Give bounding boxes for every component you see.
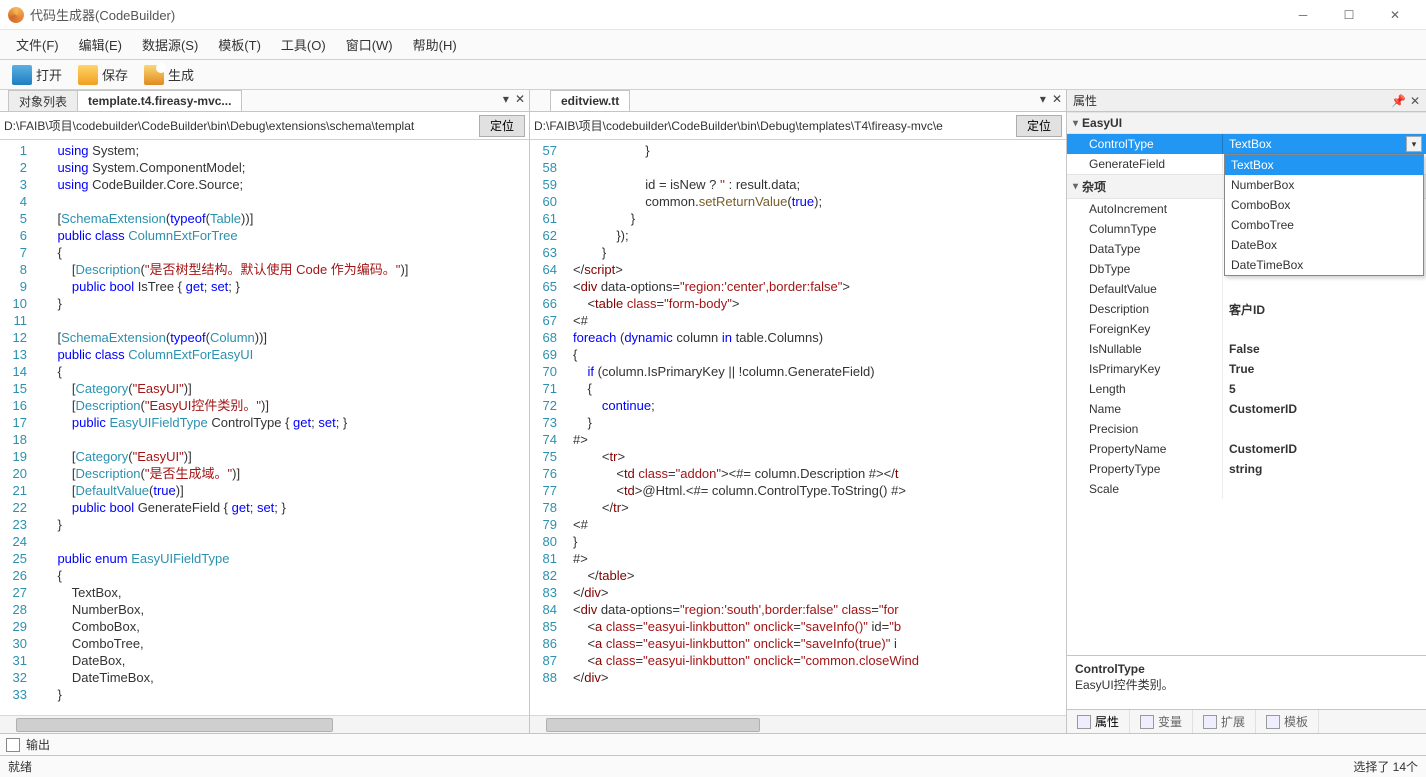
mid-pane: editview.tt ▾ ✕ 定位 5758596061626364656667… (530, 90, 1067, 733)
proptab-properties[interactable]: 属性 (1067, 710, 1130, 733)
prop-defaultvalue[interactable]: DefaultValue (1067, 279, 1426, 299)
prop-description[interactable]: Description客户ID (1067, 299, 1426, 319)
option-numberbox[interactable]: NumberBox (1225, 175, 1423, 195)
property-description: ControlType EasyUI控件类别。 (1067, 655, 1426, 709)
output-bar[interactable]: 输出 (0, 733, 1426, 755)
chevron-down-icon: ▾ (1073, 181, 1078, 192)
save-icon (78, 65, 98, 85)
mid-tabstrip: editview.tt ▾ ✕ (530, 90, 1066, 112)
close-button[interactable]: ✕ (1372, 0, 1418, 30)
generate-icon (144, 65, 164, 85)
menu-tool[interactable]: 工具(O) (271, 31, 336, 58)
app-icon (8, 7, 24, 23)
left-pane: 对象列表 template.t4.fireasy-mvc... ▾ ✕ 定位 12… (0, 90, 530, 733)
properties-close[interactable]: ✕ (1410, 94, 1420, 108)
prop-name[interactable]: NameCustomerID (1067, 399, 1426, 419)
status-ready: 就绪 (8, 758, 32, 775)
template-icon (1266, 715, 1280, 729)
prop-isprimarykey[interactable]: IsPrimaryKeyTrue (1067, 359, 1426, 379)
left-editor[interactable]: 1234567891011121314151617181920212223242… (0, 140, 529, 715)
properties-title: 属性 (1073, 92, 1097, 109)
output-icon (6, 738, 20, 752)
tab-template-t4[interactable]: template.t4.fireasy-mvc... (77, 90, 242, 111)
mid-hscroll[interactable] (530, 715, 1066, 733)
prop-propertyname[interactable]: PropertyNameCustomerID (1067, 439, 1426, 459)
left-path-input[interactable] (4, 115, 475, 137)
option-datetimebox[interactable]: DateTimeBox (1225, 255, 1423, 275)
status-selection: 选择了 14个 (1353, 758, 1418, 775)
category-easyui[interactable]: ▾EasyUI (1067, 112, 1426, 134)
menu-window[interactable]: 窗口(W) (336, 31, 403, 58)
option-textbox[interactable]: TextBox (1225, 155, 1423, 175)
prop-propertytype[interactable]: PropertyTypestring (1067, 459, 1426, 479)
prop-scale[interactable]: Scale (1067, 479, 1426, 499)
menu-edit[interactable]: 编辑(E) (69, 31, 132, 58)
minimize-button[interactable]: ─ (1280, 0, 1326, 30)
mid-tab-close[interactable]: ✕ (1052, 92, 1062, 106)
option-combotree[interactable]: ComboTree (1225, 215, 1423, 235)
titlebar: 代码生成器(CodeBuilder) ─ ☐ ✕ (0, 0, 1426, 30)
property-grid[interactable]: ▾EasyUI ControlType TextBox▾ GenerateFie… (1067, 112, 1426, 655)
properties-icon (1077, 715, 1091, 729)
left-locate-button[interactable]: 定位 (479, 115, 525, 137)
option-datebox[interactable]: DateBox (1225, 235, 1423, 255)
menu-datasource[interactable]: 数据源(S) (132, 31, 208, 58)
mid-path-input[interactable] (534, 115, 1012, 137)
proptab-variables[interactable]: 变量 (1130, 710, 1193, 733)
menubar: 文件(F) 编辑(E) 数据源(S) 模板(T) 工具(O) 窗口(W) 帮助(… (0, 30, 1426, 60)
mid-tab-dropdown[interactable]: ▾ (1040, 92, 1046, 106)
statusbar: 就绪 选择了 14个 (0, 755, 1426, 777)
prop-isnullable[interactable]: IsNullableFalse (1067, 339, 1426, 359)
left-hscroll[interactable] (0, 715, 529, 733)
left-tab-close[interactable]: ✕ (515, 92, 525, 106)
tab-editview[interactable]: editview.tt (550, 90, 630, 111)
option-combobox[interactable]: ComboBox (1225, 195, 1423, 215)
properties-pane: 属性 📌✕ ▾EasyUI ControlType TextBox▾ Gener… (1067, 90, 1426, 733)
menu-file[interactable]: 文件(F) (6, 31, 69, 58)
save-button[interactable]: 保存 (72, 63, 134, 87)
left-tab-dropdown[interactable]: ▾ (503, 92, 509, 106)
generate-button[interactable]: 生成 (138, 63, 200, 87)
property-tabs: 属性 变量 扩展 模板 (1067, 709, 1426, 733)
prop-controltype[interactable]: ControlType TextBox▾ (1067, 134, 1426, 154)
chevron-down-icon: ▾ (1073, 118, 1078, 129)
controltype-dropdown-button[interactable]: ▾ (1406, 136, 1422, 152)
prop-length[interactable]: Length5 (1067, 379, 1426, 399)
extend-icon (1203, 715, 1217, 729)
tab-object-list[interactable]: 对象列表 (8, 90, 78, 111)
maximize-button[interactable]: ☐ (1326, 0, 1372, 30)
proptab-template[interactable]: 模板 (1256, 710, 1319, 733)
mid-editor[interactable]: 5758596061626364656667686970717273747576… (530, 140, 1066, 715)
open-button[interactable]: 打开 (6, 63, 68, 87)
prop-precision[interactable]: Precision (1067, 419, 1426, 439)
proptab-extend[interactable]: 扩展 (1193, 710, 1256, 733)
controltype-dropdown[interactable]: TextBoxNumberBoxComboBoxComboTreeDateBox… (1224, 154, 1424, 276)
menu-help[interactable]: 帮助(H) (403, 31, 467, 58)
open-icon (12, 65, 32, 85)
left-tabstrip: 对象列表 template.t4.fireasy-mvc... ▾ ✕ (0, 90, 529, 112)
menu-template[interactable]: 模板(T) (208, 31, 271, 58)
toolbar: 打开 保存 生成 (0, 60, 1426, 90)
mid-locate-button[interactable]: 定位 (1016, 115, 1062, 137)
pin-icon[interactable]: 📌 (1391, 94, 1406, 108)
window-title: 代码生成器(CodeBuilder) (30, 5, 1280, 24)
prop-foreignkey[interactable]: ForeignKey (1067, 319, 1426, 339)
variables-icon (1140, 715, 1154, 729)
